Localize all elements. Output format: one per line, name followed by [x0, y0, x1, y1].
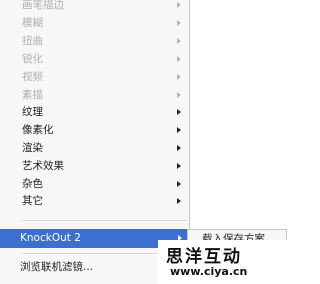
menu-item-label: 浏览联机滤镜...: [20, 261, 94, 273]
submenu-arrow-icon: [177, 74, 181, 80]
menu-item-label: 艺术效果: [22, 160, 64, 172]
menu-item-label: 纹理: [22, 106, 43, 118]
menu-item-sharpen[interactable]: 锐化: [0, 51, 189, 68]
menu-item-distort[interactable]: 扭曲: [0, 33, 189, 50]
submenu-arrow-icon: [177, 127, 181, 133]
watermark: 思洋互动 www.ciya.cn: [158, 240, 287, 284]
menu-item-label: 像素化: [22, 124, 54, 136]
menu-item-blur[interactable]: 模糊: [0, 15, 189, 32]
menu-item-video[interactable]: 视频: [0, 69, 189, 86]
menu-item-other[interactable]: 其它: [0, 193, 189, 210]
menu-item-label: 素描: [22, 89, 43, 101]
menu-item-artistic[interactable]: 艺术效果: [0, 158, 189, 175]
menu-item-label: 锐化: [22, 53, 43, 65]
menu-item-label: 模糊: [22, 17, 43, 29]
menu-item-label: 视频: [22, 71, 43, 83]
watermark-url: www.ciya.cn: [170, 265, 248, 278]
menu-item-sketch[interactable]: 素描: [0, 87, 189, 104]
menu-item-label: 其它: [22, 195, 43, 207]
submenu-arrow-icon: [177, 56, 181, 62]
submenu-arrow-icon: [177, 92, 181, 98]
menu-item-noise[interactable]: 杂色: [0, 176, 189, 193]
submenu-arrow-icon: [177, 181, 181, 187]
menu-item-render[interactable]: 渲染: [0, 140, 189, 157]
submenu-arrow-icon: [177, 145, 181, 151]
submenu-arrow-icon: [177, 20, 181, 26]
menu-item-label: KnockOut 2: [20, 232, 81, 244]
submenu-arrow-icon: [177, 2, 181, 8]
menu-separator: [22, 220, 187, 222]
submenu-arrow-icon: [177, 109, 181, 115]
menu-item-label: 渲染: [22, 142, 43, 154]
menu-item-label: 杂色: [22, 178, 43, 190]
menu-item-label: 扭曲: [22, 35, 43, 47]
submenu-arrow-icon: [177, 198, 181, 204]
submenu-arrow-icon: [177, 38, 181, 44]
menu-item-label: 画笔描边: [22, 0, 64, 11]
menu-item-texture[interactable]: 纹理: [0, 104, 189, 121]
watermark-name: 思洋互动: [166, 247, 242, 267]
menu-item-brush-strokes[interactable]: 画笔描边: [0, 0, 189, 14]
submenu-arrow-icon: [177, 163, 181, 169]
menu-item-pixelate[interactable]: 像素化: [0, 122, 189, 139]
